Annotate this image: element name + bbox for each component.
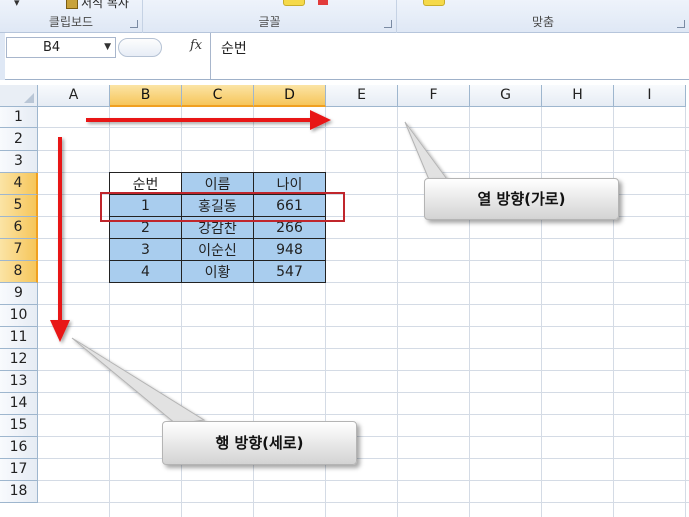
row-gridline (38, 392, 689, 393)
clipboard-launcher-icon[interactable] (130, 20, 138, 28)
clipboard-group-label: 클립보드 (48, 15, 94, 29)
column-gridline (469, 107, 470, 517)
chevron-down-icon[interactable]: ▼ (104, 38, 111, 57)
row-header-7[interactable]: 7 (0, 239, 38, 261)
column-gridline (685, 107, 686, 517)
name-box[interactable]: B4 ▼ (6, 37, 116, 58)
left-gutter (0, 33, 5, 80)
row-gridline (38, 127, 689, 128)
row-gridline (38, 436, 689, 437)
column-gridline (109, 107, 110, 517)
row-gridline (38, 348, 689, 349)
row-header-5[interactable]: 5 (0, 195, 38, 217)
formula-buttons: fx (116, 37, 210, 58)
font-color-icon[interactable] (318, 0, 328, 5)
row-header-2[interactable]: 2 (0, 128, 38, 151)
formula-bar: B4 ▼ fx 순번 (0, 33, 689, 80)
column-gridline (397, 107, 398, 517)
row-direction-label: 행 방향(세로) (215, 434, 304, 452)
wrap-text-icon[interactable] (423, 0, 445, 6)
row-header-16[interactable]: 16 (0, 437, 38, 459)
row-header-3[interactable]: 3 (0, 151, 38, 173)
row-header-12[interactable]: 12 (0, 349, 38, 371)
column-gridline (613, 107, 614, 517)
font-launcher-icon[interactable] (384, 20, 392, 28)
row-header-14[interactable]: 14 (0, 393, 38, 415)
select-all-corner[interactable] (0, 85, 38, 107)
column-header-g[interactable]: G (470, 85, 542, 107)
data-table[interactable]: 순번 이름 나이 1 홍길동 661 2 강감찬 266 3 이순신 948 4 이황 547 (109, 172, 326, 283)
formula-input[interactable]: 순번 (210, 33, 689, 79)
column-header-b[interactable]: B (110, 85, 182, 107)
alignment-launcher-icon[interactable] (677, 20, 685, 28)
table-cell[interactable]: 이황 (181, 260, 254, 283)
column-gridline (541, 107, 542, 517)
row-gridline (38, 480, 689, 481)
row-header-17[interactable]: 17 (0, 459, 38, 481)
row-header-6[interactable]: 6 (0, 217, 38, 239)
table-cell[interactable]: 948 (253, 238, 326, 261)
row-header-8[interactable]: 8 (0, 261, 38, 283)
row-gridline (38, 502, 689, 503)
row-header-1[interactable]: 1 (0, 107, 38, 128)
column-direction-callout: 열 방향(가로) (424, 178, 619, 220)
row-header-18[interactable]: 18 (0, 481, 38, 503)
row-gridline (38, 370, 689, 371)
alignment-group-label: 맞춤 (531, 15, 555, 29)
table-cell[interactable]: 3 (109, 238, 182, 261)
column-header-c[interactable]: C (182, 85, 254, 107)
column-header-f[interactable]: F (398, 85, 470, 107)
font-group-label: 글꼴 (258, 15, 281, 29)
row-header-4[interactable]: 4 (0, 173, 38, 195)
column-header-d[interactable]: D (254, 85, 326, 107)
row-direction-callout: 행 방향(세로) (162, 421, 357, 465)
column-header-i[interactable]: I (614, 85, 686, 107)
row-gridline (38, 150, 689, 151)
row-header-11[interactable]: 11 (0, 327, 38, 349)
column-header-a[interactable]: A (38, 85, 110, 107)
formula-resize-handle[interactable] (118, 38, 162, 57)
column-header-h[interactable]: H (542, 85, 614, 107)
row-gridline (38, 326, 689, 327)
table-cell[interactable]: 547 (253, 260, 326, 283)
highlight-color-icon[interactable] (283, 0, 305, 6)
clipboard-group: 클립보드 (0, 0, 143, 33)
table-row: 3 이순신 948 (109, 238, 326, 261)
row-header-9[interactable]: 9 (0, 283, 38, 305)
alignment-group: 맞춤 (397, 0, 689, 33)
ribbon: ▾ 서식 복사 클립보드 글꼴 맞춤 (0, 0, 689, 33)
name-box-value: B4 (43, 40, 61, 55)
table-cell[interactable]: 이순신 (181, 238, 254, 261)
row-gridline (38, 304, 689, 305)
row-highlight-box (100, 192, 345, 222)
font-group: 글꼴 (143, 0, 397, 33)
table-row: 4 이황 547 (109, 260, 326, 283)
row-header-10[interactable]: 10 (0, 305, 38, 327)
row-header-13[interactable]: 13 (0, 371, 38, 393)
row-gridline (38, 414, 689, 415)
column-direction-label: 열 방향(가로) (477, 190, 566, 208)
table-cell[interactable]: 4 (109, 260, 182, 283)
row-header-15[interactable]: 15 (0, 415, 38, 437)
insert-function-icon[interactable]: fx (190, 38, 202, 53)
row-gridline (38, 458, 689, 459)
column-header-e[interactable]: E (326, 85, 398, 107)
